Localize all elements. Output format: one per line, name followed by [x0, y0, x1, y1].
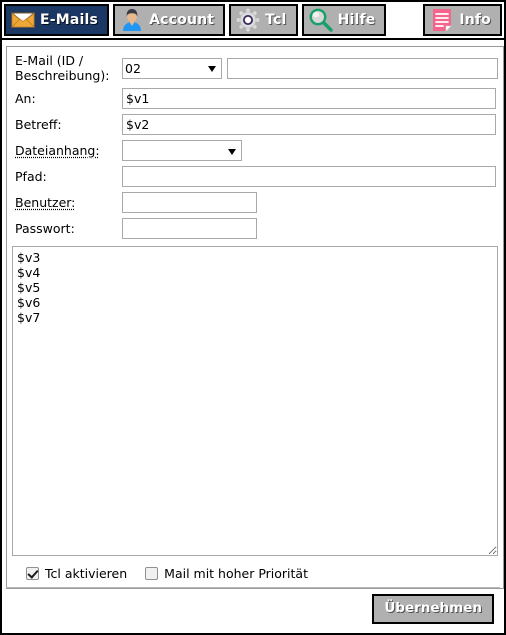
- tab-bar: E-Mails Account Tcl Hilfe Info: [2, 2, 504, 38]
- row-attachment: Dateianhang:: [12, 140, 498, 161]
- attachment-label: Dateianhang:: [15, 143, 100, 158]
- row-user: Benutzer:: [12, 192, 498, 213]
- tab-emails[interactable]: E-Mails: [4, 4, 110, 36]
- uebernehmen-button[interactable]: Übernehmen: [372, 593, 494, 624]
- checkbox-hohe-prioritaet[interactable]: Mail mit hoher Priorität: [145, 566, 308, 581]
- email-id-select-wrapper: 02: [122, 57, 222, 79]
- user-label: Benutzer:: [15, 195, 76, 210]
- tab-info[interactable]: Info: [423, 4, 502, 36]
- to-label: An:: [15, 91, 36, 106]
- row-subject: Betreff:: [12, 114, 498, 135]
- subject-input[interactable]: [122, 114, 496, 135]
- tab-account[interactable]: Account: [113, 4, 226, 36]
- footer-bar: Übernehmen: [6, 587, 500, 629]
- checkbox-tcl-aktivieren-label: Tcl aktivieren: [45, 566, 128, 581]
- tab-info-label: Info: [459, 12, 491, 28]
- row-email-id: E-Mail (ID / Beschreibung): 02: [12, 53, 498, 83]
- email-id-label: E-Mail (ID / Beschreibung):: [15, 53, 110, 83]
- row-to: An:: [12, 88, 498, 109]
- row-path: Pfad:: [12, 166, 498, 187]
- email-body-textarea[interactable]: [12, 246, 498, 556]
- path-input[interactable]: [122, 166, 496, 187]
- checkbox-hohe-prioritaet-label: Mail mit hoher Priorität: [164, 566, 308, 581]
- checkbox-tcl-aktivieren-box[interactable]: [26, 567, 39, 580]
- tab-account-label: Account: [149, 12, 215, 28]
- email-id-select[interactable]: 02: [122, 57, 222, 79]
- app-window: E-Mails Account Tcl Hilfe Info E-Mail (I…: [0, 0, 506, 635]
- tab-hilfe[interactable]: Hilfe: [301, 4, 387, 36]
- row-password: Passwort:: [12, 218, 498, 239]
- user-icon: [120, 8, 144, 32]
- submit-area: Übernehmen: [6, 588, 500, 629]
- email-form-panel: E-Mail (ID / Beschreibung): 02 An: Betre…: [6, 46, 504, 589]
- magnifier-icon: [309, 8, 333, 32]
- tab-tcl[interactable]: Tcl: [229, 4, 298, 36]
- options-row: Tcl aktivieren Mail mit hoher Priorität: [12, 566, 498, 581]
- password-input[interactable]: [122, 218, 257, 239]
- checkbox-tcl-aktivieren[interactable]: Tcl aktivieren: [26, 566, 127, 581]
- tab-tcl-label: Tcl: [265, 12, 287, 28]
- user-input[interactable]: [122, 192, 257, 213]
- tab-bar-divider: [2, 38, 504, 40]
- tab-emails-label: E-Mails: [40, 12, 99, 28]
- tab-hilfe-label: Hilfe: [337, 12, 376, 28]
- path-label: Pfad:: [15, 169, 47, 184]
- document-icon: [430, 8, 454, 32]
- password-label: Passwort:: [15, 221, 75, 236]
- envelope-icon: [10, 8, 36, 32]
- attachment-select-wrapper: [122, 140, 242, 161]
- checkbox-hohe-prioritaet-box[interactable]: [145, 567, 159, 580]
- subject-label: Betreff:: [15, 117, 62, 132]
- email-description-input[interactable]: [227, 57, 498, 79]
- to-input[interactable]: [122, 88, 496, 109]
- attachment-select[interactable]: [122, 140, 242, 161]
- gear-icon: [236, 8, 260, 32]
